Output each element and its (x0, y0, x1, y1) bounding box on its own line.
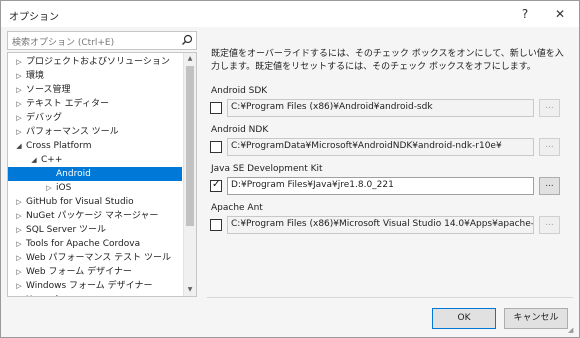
apache-ant-checkbox[interactable] (210, 219, 222, 231)
tree-item-label: C++ (41, 155, 63, 165)
jdk-checkbox[interactable]: ✓ (210, 179, 222, 192)
tree-item[interactable]: ◢ C++ (8, 153, 182, 167)
tree-item-label: Tools for Apache Cordova (26, 239, 141, 249)
tree-item[interactable]: ▷ Web フォーム デザイナー (8, 265, 182, 279)
android-sdk-checkbox[interactable] (210, 102, 222, 114)
checkmark-icon: ✓ (212, 179, 221, 190)
search-input[interactable]: 検索オプション (Ctrl+E) (7, 31, 197, 50)
android-ndk-path-field[interactable]: C:¥ProgramData¥Microsoft¥AndroidNDK¥andr… (227, 138, 534, 156)
jdk-path-field[interactable]: D:¥Program Files¥Java¥jre1.8.0_221 (227, 177, 534, 195)
expand-arrow-icon[interactable]: ▷ (14, 293, 24, 296)
expand-arrow-icon[interactable]: ▷ (44, 181, 54, 195)
tree-item[interactable]: ▷ ソース管理 (8, 83, 182, 97)
expand-arrow-icon[interactable]: ▷ (14, 83, 24, 97)
help-button[interactable]: ? (515, 5, 535, 23)
tree-item-label: プロジェクトおよびソリューション (26, 57, 170, 67)
options-tree: ▷Xamarin▷Windows フォーム デザイナー▷Web フォーム デザイ… (7, 52, 197, 297)
tree-item[interactable]: Android (8, 167, 182, 181)
tree-item-label: ソース管理 (26, 85, 71, 95)
tree-item-label: Cross Platform (26, 141, 92, 151)
ok-button[interactable]: OK (432, 308, 496, 329)
tree-item-label: パフォーマンス ツール (26, 127, 119, 137)
expand-arrow-icon[interactable]: ▷ (14, 97, 24, 111)
expand-arrow-icon[interactable]: ▷ (14, 125, 24, 139)
tree-item[interactable]: ▷ NuGet パッケージ マネージャー (8, 209, 182, 223)
tree-item[interactable]: ▷ Tools for Apache Cordova (8, 237, 182, 251)
scroll-down-icon[interactable]: ▼ (184, 284, 196, 296)
tree-item[interactable]: ▷ プロジェクトおよびソリューション (8, 55, 182, 69)
tree-item-label: テキスト エディター (26, 99, 109, 109)
scroll-thumb[interactable] (186, 66, 194, 226)
tree-item[interactable]: ▷ テキスト エディター (8, 97, 182, 111)
android-ndk-browse-button[interactable]: ... (539, 138, 560, 156)
expand-arrow-icon[interactable]: ▷ (14, 237, 24, 251)
tree-item[interactable]: ▷ GitHub for Visual Studio (8, 195, 182, 209)
scroll-up-icon[interactable]: ▲ (184, 53, 196, 65)
expand-arrow-icon[interactable]: ▷ (14, 209, 24, 223)
tree-item-label: NuGet パッケージ マネージャー (26, 211, 159, 221)
options-dialog: オプション ? ✕ 検索オプション (Ctrl+E) ▷Xamarin▷Wind… (0, 0, 580, 338)
tree-item[interactable]: ▷ Web パフォーマンス テスト ツール (8, 251, 182, 265)
tree-item[interactable]: ▷Xamarin (8, 293, 182, 296)
expand-arrow-icon[interactable]: ▷ (14, 195, 24, 209)
tree-item-label: Android (56, 169, 91, 179)
tree-item-label: SQL Server ツール (26, 225, 107, 235)
search-placeholder: 検索オプション (Ctrl+E) (12, 38, 115, 48)
window-title: オプション (9, 12, 59, 23)
android-ndk-checkbox[interactable] (210, 141, 222, 153)
title-bar: オプション ? ✕ (1, 1, 579, 27)
expand-arrow-icon[interactable]: ▷ (14, 111, 24, 125)
tree-item[interactable]: ▷ デバッグ (8, 111, 182, 125)
tree-item-label: Web パフォーマンス テスト ツール (26, 253, 172, 263)
tree-item-label: iOS (56, 183, 72, 193)
tree-item[interactable]: ▷ iOS (8, 181, 182, 195)
expand-arrow-icon[interactable]: ▷ (14, 55, 24, 69)
tree-item-label: Xamarin (26, 293, 64, 296)
jdk-browse-button[interactable]: ... (539, 177, 560, 195)
tree-item[interactable]: ▷ 環境 (8, 69, 182, 83)
tree-item[interactable]: ▷ Windows フォーム デザイナー (8, 279, 182, 293)
tree-scrollbar[interactable]: ▲ ▼ (183, 53, 196, 296)
jdk-label: Java SE Development Kit (211, 164, 323, 174)
description-text: 既定値をオーバーライドするには、そのチェック ボックスをオンにして、新しい値を入… (211, 49, 564, 72)
apache-ant-browse-button[interactable]: ... (539, 216, 560, 234)
android-ndk-label: Android NDK (211, 125, 269, 135)
search-icon (182, 34, 193, 45)
tree-item-label: GitHub for Visual Studio (26, 197, 134, 207)
expand-arrow-icon[interactable]: ▷ (14, 251, 24, 265)
tree-item[interactable]: ▷ パフォーマンス ツール (8, 125, 182, 139)
collapse-arrow-icon[interactable]: ◢ (29, 153, 39, 167)
expand-arrow-icon[interactable]: ▷ (14, 223, 24, 237)
android-sdk-browse-button[interactable]: ... (539, 99, 560, 117)
cancel-button[interactable]: キャンセル (504, 308, 568, 329)
apache-ant-path-field[interactable]: C:¥Program Files (x86)¥Microsoft Visual … (227, 216, 534, 234)
apache-ant-label: Apache Ant (211, 203, 263, 213)
expand-arrow-icon[interactable]: ▷ (14, 279, 24, 293)
android-sdk-label: Android SDK (211, 86, 268, 96)
collapse-arrow-icon[interactable]: ◢ (14, 139, 24, 153)
tree-item[interactable]: ▷ SQL Server ツール (8, 223, 182, 237)
tree-item-label: デバッグ (26, 113, 63, 123)
tree-item-label: Windows フォーム デザイナー (26, 281, 153, 291)
expand-arrow-icon[interactable]: ▷ (14, 69, 24, 83)
tree-item-label: 環境 (26, 71, 45, 81)
resize-grip-icon[interactable]: ◢ (568, 326, 576, 334)
tree-item-label: Web フォーム デザイナー (26, 267, 132, 277)
expand-arrow-icon[interactable]: ▷ (14, 265, 24, 279)
close-button[interactable]: ✕ (550, 5, 570, 23)
footer-separator (207, 297, 573, 298)
android-sdk-path-field[interactable]: C:¥Program Files (x86)¥Android¥android-s… (227, 99, 534, 117)
tree-item[interactable]: ◢ Cross Platform (8, 139, 182, 153)
